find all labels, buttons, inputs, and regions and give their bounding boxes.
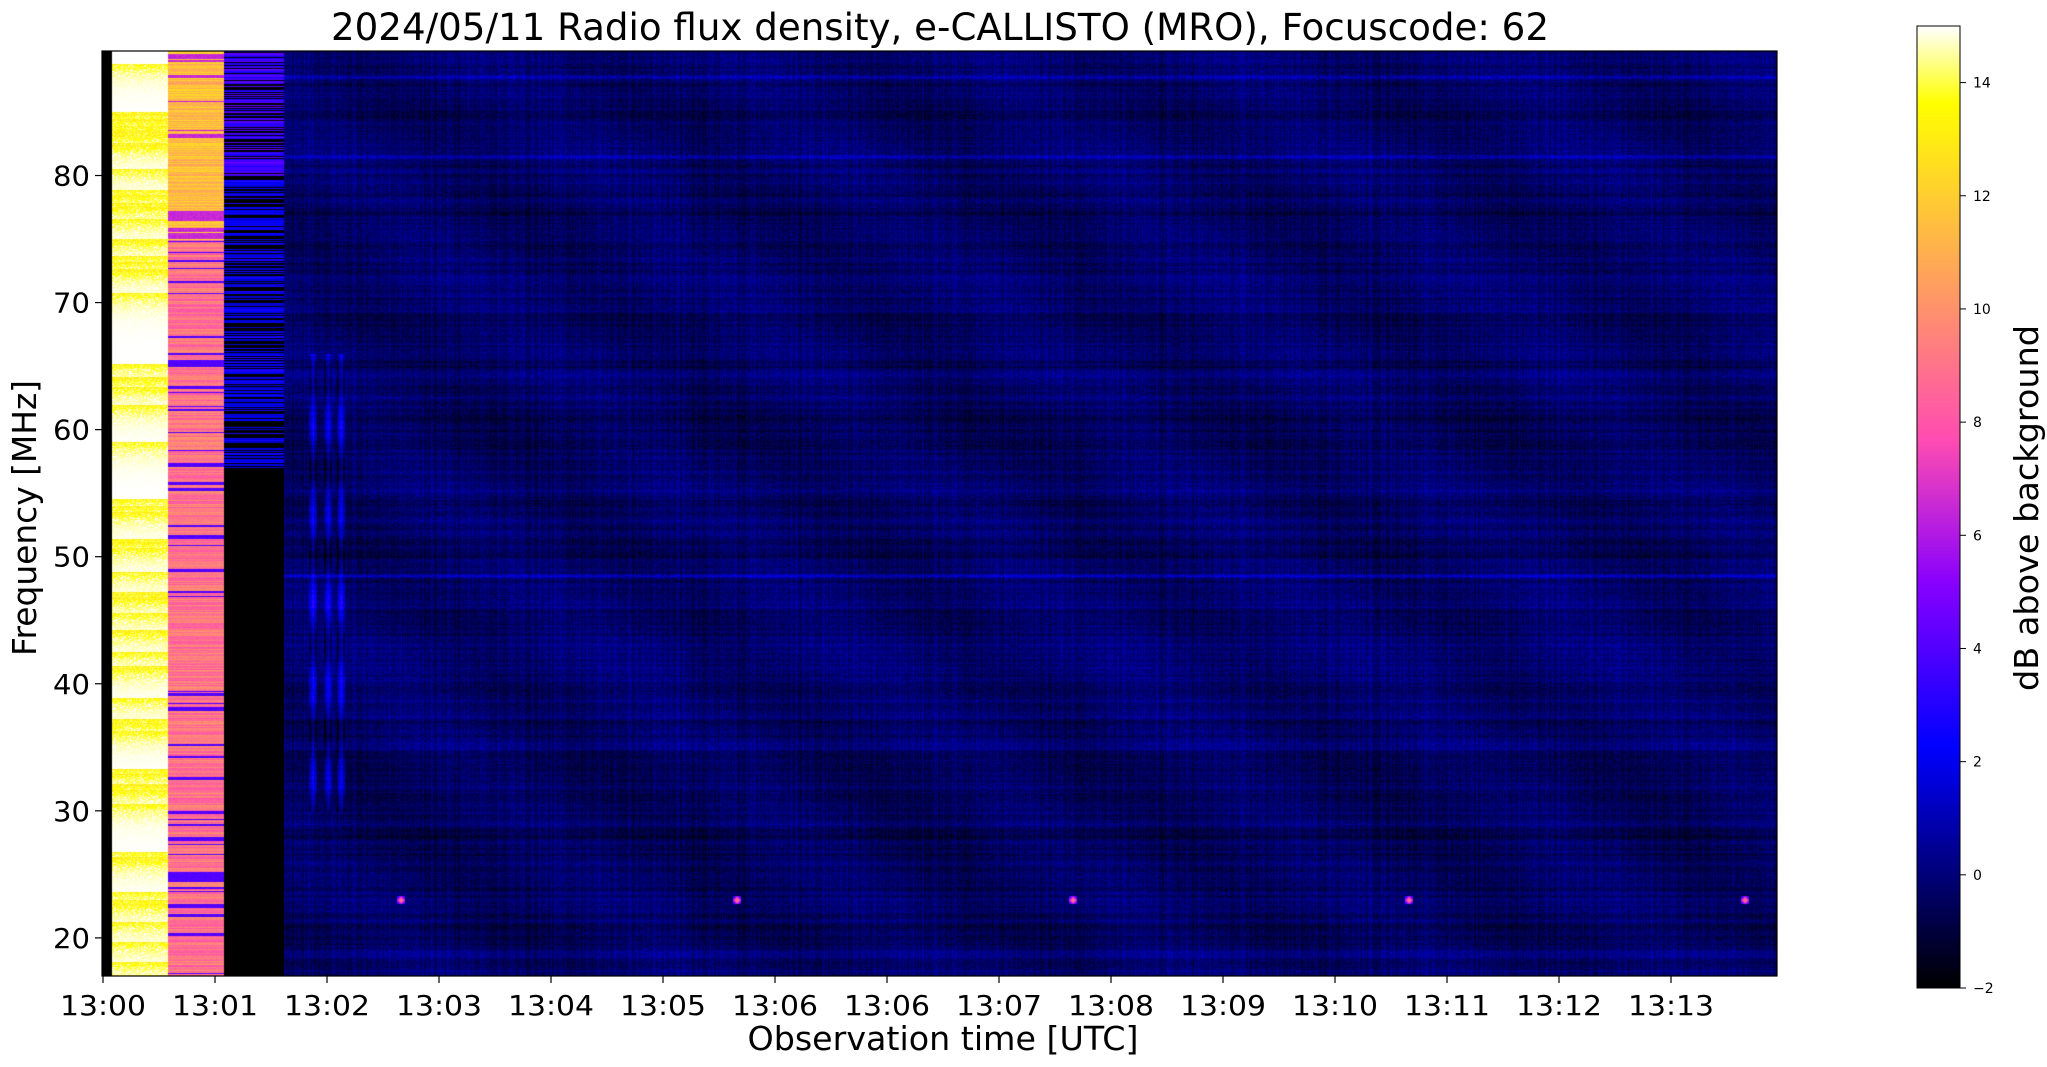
x-tick-label: 13:11 [1404, 989, 1490, 1022]
y-tick-label: 40 [53, 668, 90, 701]
colorbar-tick-label: 6 [1973, 528, 1982, 544]
colorbar-tick-label: 8 [1973, 415, 1982, 431]
colorbar-tick-label: 10 [1973, 302, 1991, 318]
colorbar-label: dB above background [2007, 325, 2046, 691]
y-tick-label: 30 [53, 795, 90, 828]
chart-title: 2024/05/11 Radio flux density, e-CALLIST… [331, 6, 1549, 49]
y-tick-label: 80 [53, 160, 90, 193]
y-tick-label: 20 [53, 922, 90, 955]
colorbar-tick-label: 0 [1973, 868, 1982, 884]
x-tick-label: 13:02 [284, 989, 370, 1022]
colorbar-tick-label: 12 [1973, 189, 1991, 205]
y-ticks: 20 30 40 50 60 70 80 [53, 160, 102, 955]
x-tick-label: 13:10 [1292, 989, 1378, 1022]
spectrogram-figure: 2024/05/11 Radio flux density, e-CALLIST… [0, 0, 2047, 1067]
x-tick-label: 13:12 [1516, 989, 1602, 1022]
x-tick-label: 13:09 [1180, 989, 1266, 1022]
x-tick-label: 13:06 [844, 989, 930, 1022]
x-tick-label: 13:07 [956, 989, 1042, 1022]
x-tick-label: 13:05 [620, 989, 706, 1022]
plot-frame [101, 50, 1778, 977]
x-tick-label: 13:06 [732, 989, 818, 1022]
x-tick-label: 13:08 [1068, 989, 1154, 1022]
colorbar-tick-label: 2 [1973, 755, 1982, 771]
colorbar-frame [1916, 25, 1961, 989]
x-tick-label: 13:00 [60, 989, 146, 1022]
x-tick-label: 13:04 [508, 989, 594, 1022]
colorbar-ticks: −2 0 2 4 6 8 10 12 14 [1960, 76, 1994, 997]
x-tick-label: 13:01 [172, 989, 258, 1022]
x-ticks: 13:00 13:01 13:02 13:03 13:04 13:05 13:06 13:06… [60, 976, 1714, 1022]
colorbar-tick-label: 14 [1973, 76, 1991, 92]
x-tick-label: 13:03 [396, 989, 482, 1022]
colorbar-tick-label: 4 [1973, 641, 1982, 657]
x-axis-label: Observation time [UTC] [748, 1019, 1139, 1058]
y-tick-label: 60 [53, 414, 90, 447]
y-tick-label: 70 [53, 287, 90, 320]
y-axis-label: Frequency [MHz] [5, 380, 44, 656]
y-tick-label: 50 [53, 541, 90, 574]
axes-overlay: 2024/05/11 Radio flux density, e-CALLIST… [5, 6, 2046, 1058]
colorbar-tick-label: −2 [1973, 981, 1994, 997]
x-tick-label: 13:13 [1628, 989, 1714, 1022]
